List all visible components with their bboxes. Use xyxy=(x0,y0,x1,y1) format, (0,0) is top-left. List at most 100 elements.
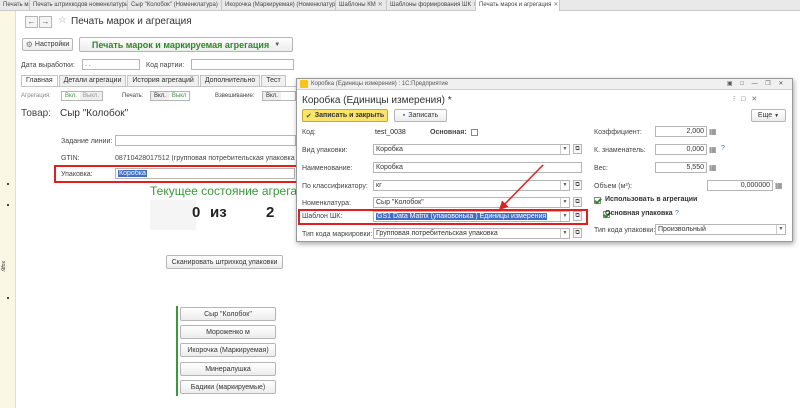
weigh-toggle[interactable]: Вкл. xyxy=(262,91,296,101)
window-controls-icon[interactable]: ▣ □ — ❐ ✕ xyxy=(727,80,786,87)
dropdown-icon[interactable]: ▼ xyxy=(776,225,785,234)
open-icon[interactable]: ⧉ xyxy=(573,211,582,221)
count-total: 2 xyxy=(266,204,275,221)
aggregation-toggle[interactable]: Вкл. Выкл. xyxy=(61,91,104,101)
aggregation-label: Агрегация: xyxy=(21,93,51,99)
save-button[interactable]: ▪ Записать xyxy=(394,109,447,122)
code-type-input[interactable]: Групповая потребительская упаковка ▼ xyxy=(373,228,570,239)
print-toggle[interactable]: Вкл. Выкл xyxy=(150,91,191,101)
classifier-value: кг xyxy=(376,182,382,189)
tab-label: Шаблоны формирования ШК xyxy=(390,2,471,8)
product-button[interactable]: Минералушка xyxy=(180,362,276,376)
close-icon[interactable]: ✕ xyxy=(378,0,383,11)
help-icon[interactable]: ? xyxy=(721,145,725,152)
open-icon[interactable]: ⧉ xyxy=(573,180,582,190)
product-button[interactable]: Икорочка (Маркируемая) xyxy=(180,343,276,357)
window-tab[interactable]: Печать марок✕ xyxy=(0,0,30,11)
pack-code-type-input[interactable]: Произвольный ▼ xyxy=(655,224,786,235)
print-aggregation-button[interactable]: Печать марок и маркируемая агрегация ▼ xyxy=(79,37,293,52)
tab-aggregation-details[interactable]: Детали агрегации xyxy=(58,75,127,86)
denom-label: К. знаменатель: xyxy=(594,147,646,154)
product-button[interactable]: Бадики (маркируемые) xyxy=(180,380,276,394)
denom-input[interactable]: 0,000 xyxy=(655,144,707,155)
agg-off[interactable]: Выкл. xyxy=(79,92,103,100)
dropdown-icon[interactable]: ▼ xyxy=(560,212,569,221)
window-tab[interactable]: Шаблоны КМ ✕ xyxy=(336,0,387,11)
volume-input[interactable]: 0,000000 xyxy=(707,180,773,191)
code-value: test_0038 xyxy=(375,129,406,136)
window-tab[interactable]: Сыр "Колобок" (Номенклатура)✕ xyxy=(128,0,222,11)
window-tab[interactable]: Икорочка (Маркируемая) (Номенклатура)✕ xyxy=(222,0,336,11)
calculator-icon[interactable]: ▦ xyxy=(709,163,717,172)
window-tab-active[interactable]: Печать марок и агрегация ✕ xyxy=(476,0,560,11)
annotation-arrow-icon xyxy=(498,164,544,211)
close-icon[interactable]: ✕ xyxy=(553,0,558,11)
use-aggregation-checkbox[interactable] xyxy=(594,197,601,204)
dropdown-icon[interactable]: ▼ xyxy=(560,181,569,190)
tab-aggregation-history[interactable]: История агрегаций xyxy=(127,75,199,86)
agg-on[interactable]: Вкл. xyxy=(62,92,80,100)
dropdown-icon[interactable]: ▼ xyxy=(560,145,569,154)
help-icon[interactable]: ? xyxy=(675,210,679,217)
settings-button[interactable]: ⚙ Настройки xyxy=(22,38,73,51)
forward-button[interactable]: → xyxy=(39,16,52,28)
open-icon[interactable]: ⧉ xyxy=(573,144,582,154)
tab-test[interactable]: Тест xyxy=(261,75,286,86)
marker-icon xyxy=(7,204,9,206)
dropdown-icon[interactable]: ▼ xyxy=(560,229,569,238)
pack-type-input[interactable]: Коробка ▼ xyxy=(373,144,570,155)
date-label: Дата выработки: xyxy=(21,62,75,69)
weight-label: Вес: xyxy=(594,165,609,172)
calculator-icon[interactable]: ▦ xyxy=(775,181,783,190)
tab-additional[interactable]: Дополнительно xyxy=(199,75,261,86)
nomenclature-value: Сыр "Колобок" xyxy=(376,199,424,206)
weigh-on[interactable]: Вкл. xyxy=(263,92,281,100)
window-tab[interactable]: Шаблоны формирования ШК✕ xyxy=(387,0,476,11)
product-button[interactable]: Сыр "Колобок" xyxy=(180,307,276,321)
more-label: Еще xyxy=(757,112,773,119)
print-on[interactable]: Вкл. xyxy=(151,92,169,100)
more-button[interactable]: Еще ▼ xyxy=(751,109,786,122)
batch-label: Код партии: xyxy=(146,62,185,69)
coef-input[interactable]: 2,000 xyxy=(655,126,707,137)
save-close-label: Записать и закрыть xyxy=(314,112,385,119)
window-tab[interactable]: Печать штрихкодов номенклатуры✕ xyxy=(30,0,128,11)
save-close-button[interactable]: ✔ Записать и закрыть xyxy=(302,109,388,122)
weigh-label: Взвешивание: xyxy=(215,93,255,99)
main-pack-label: Основная упаковка xyxy=(605,210,673,217)
tab-label: Печать штрихкодов номенклатуры xyxy=(33,2,128,8)
calculator-icon[interactable]: ▦ xyxy=(709,127,717,136)
product-button[interactable]: Мороженко м xyxy=(180,325,276,339)
name-input[interactable]: Коробка xyxy=(373,162,582,173)
settings-label: Настройки xyxy=(34,41,70,48)
tab-main[interactable]: Главная xyxy=(21,75,58,86)
main-checkbox[interactable] xyxy=(471,129,478,136)
scan-barcode-button[interactable]: Сканировать штрихкод упаковки xyxy=(166,255,283,269)
dialog-titlebar: Коробка (Единицы измерения) : 1С:Предпри… xyxy=(297,79,792,90)
open-icon[interactable]: ⧉ xyxy=(573,197,582,207)
count-of: из xyxy=(210,204,227,221)
left-panel-label: ходу xyxy=(0,261,6,272)
marker-icon xyxy=(7,183,9,185)
form-title: Печать марок и агрегация xyxy=(71,16,192,27)
open-icon[interactable]: ⧉ xyxy=(573,228,582,238)
date-input[interactable]: . . xyxy=(82,59,140,70)
star-icon[interactable]: ☆ xyxy=(58,15,67,26)
count-current: 0 xyxy=(192,204,201,221)
weight-input[interactable]: 5,550 xyxy=(655,162,707,173)
volume-label: Объем (м³): xyxy=(594,183,632,190)
tab-label: Шаблоны КМ xyxy=(339,2,376,8)
marker-icon xyxy=(7,297,9,299)
product-list-accent xyxy=(176,306,178,396)
dialog-menu-icons[interactable]: ⁝ □ ✕ xyxy=(733,95,759,103)
pack-type-value: Коробка xyxy=(376,146,403,153)
line-input[interactable] xyxy=(115,135,296,146)
print-off[interactable]: Выкл xyxy=(168,92,190,100)
tab-label: Печать марок и агрегация xyxy=(479,2,552,8)
coef-label: Коэффициент: xyxy=(594,129,642,136)
back-button[interactable]: ← xyxy=(25,16,38,28)
calculator-icon[interactable]: ▦ xyxy=(709,145,717,154)
package-input[interactable]: Коробка xyxy=(115,168,295,179)
dropdown-icon[interactable]: ▼ xyxy=(560,198,569,207)
batch-input[interactable] xyxy=(191,59,294,70)
